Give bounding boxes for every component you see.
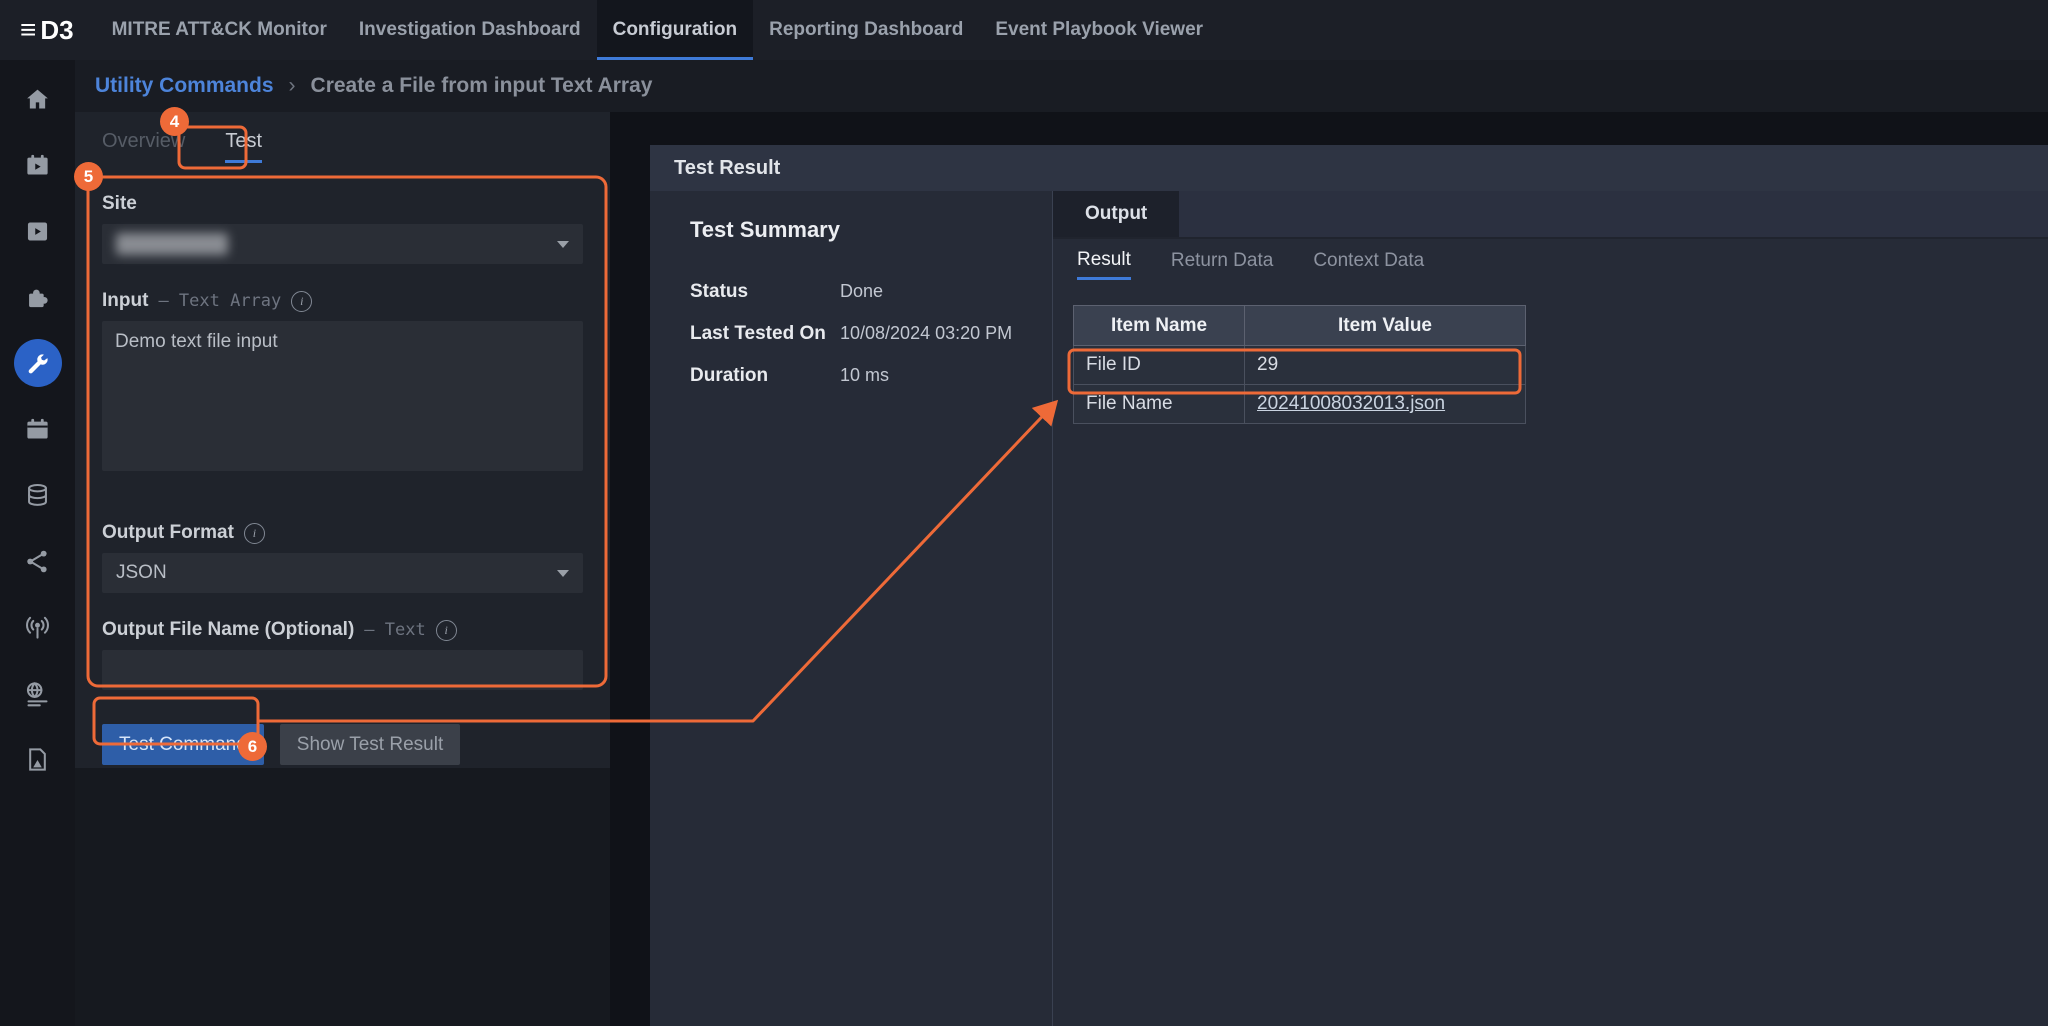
- site-label: Site: [102, 193, 137, 215]
- summary-status-label: Status: [690, 281, 840, 303]
- form-tabs: Overview Test: [102, 130, 583, 163]
- content-area: Utility Commands › Create a File from in…: [75, 60, 2048, 1026]
- sidebar-item-integrations[interactable]: [14, 273, 62, 321]
- sidebar-item-calendar[interactable]: [14, 405, 62, 453]
- main-region: Overview Test Site: [75, 112, 2048, 1026]
- d3-logo[interactable]: ≡ D3: [0, 0, 96, 60]
- app-screen: ≡ D3 MITRE ATT&CK Monitor Investigation …: [0, 0, 2048, 1026]
- input-textarea[interactable]: Demo text file input: [102, 321, 583, 471]
- output-subtabs: Result Return Data Context Data: [1053, 239, 2048, 289]
- summary-status-value: Done: [840, 281, 1052, 303]
- output-file-name-type-hint: – Text: [364, 620, 425, 640]
- sidebar-item-playbook-monitor[interactable]: [14, 141, 62, 189]
- database-icon: [24, 482, 51, 509]
- sidebar-item-utility-commands[interactable]: [14, 339, 62, 387]
- broadcast-icon: [24, 614, 51, 641]
- info-icon[interactable]: i: [244, 523, 265, 544]
- sidebar-item-broadcast[interactable]: [14, 603, 62, 651]
- output-format-selected-value: JSON: [116, 562, 167, 584]
- page-title: Create a File from input Text Array: [311, 74, 653, 98]
- home-icon: [24, 86, 51, 113]
- output-format-label: Output Format: [102, 522, 234, 544]
- table-row-file-id: File ID 29: [1074, 346, 1526, 385]
- command-form-panel: Overview Test Site: [75, 112, 610, 1026]
- top-navigation: ≡ D3 MITRE ATT&CK Monitor Investigation …: [0, 0, 2048, 60]
- tools-wrench-icon: [24, 350, 51, 377]
- result-table-header-item-name: Item Name: [1074, 306, 1245, 346]
- breadcrumb: Utility Commands › Create a File from in…: [75, 60, 2048, 112]
- subtab-return-data[interactable]: Return Data: [1171, 250, 1273, 278]
- sidebar-item-database[interactable]: [14, 471, 62, 519]
- result-table-header-item-value: Item Value: [1245, 306, 1526, 346]
- test-result-title: Test Result: [674, 157, 780, 180]
- sidebar-item-home[interactable]: [14, 75, 62, 123]
- file-id-value-cell: 29: [1245, 346, 1526, 385]
- nav-item-mitre-attck-monitor[interactable]: MITRE ATT&CK Monitor: [96, 0, 343, 60]
- info-icon[interactable]: i: [436, 620, 457, 641]
- breadcrumb-utility-commands-link[interactable]: Utility Commands: [95, 74, 274, 98]
- sidebar-item-share-nodes[interactable]: [14, 537, 62, 585]
- test-summary-title: Test Summary: [690, 217, 1052, 243]
- media-file-icon: [24, 218, 51, 245]
- sidebar-item-globe-sites[interactable]: [14, 669, 62, 717]
- file-name-link[interactable]: 20241008032013.json: [1257, 393, 1445, 414]
- calendar-icon: [24, 416, 51, 443]
- result-table: Item Name Item Value File ID 29: [1073, 305, 1526, 424]
- output-format-dropdown[interactable]: JSON: [102, 553, 583, 593]
- puzzle-icon: [24, 284, 51, 311]
- summary-duration-label: Duration: [690, 365, 840, 387]
- file-name-name-cell: File Name: [1074, 385, 1245, 424]
- tab-output[interactable]: Output: [1053, 191, 1179, 237]
- output-file-name-input[interactable]: [102, 650, 583, 690]
- summary-last-tested-value: 10/08/2024 03:20 PM: [840, 323, 1052, 345]
- site-field: Site: [102, 193, 583, 264]
- nav-item-investigation-dashboard[interactable]: Investigation Dashboard: [343, 0, 597, 60]
- output-file-name-label: Output File Name (Optional): [102, 619, 354, 641]
- summary-last-tested-label: Last Tested On: [690, 323, 840, 345]
- output-file-name-field: Output File Name (Optional) – Text i: [102, 619, 583, 690]
- nav-item-configuration[interactable]: Configuration: [597, 0, 754, 60]
- show-test-result-button[interactable]: Show Test Result: [280, 724, 460, 765]
- table-row-file-name: File Name 20241008032013.json: [1074, 385, 1526, 424]
- tab-overview[interactable]: Overview: [102, 130, 185, 163]
- subtab-context-data[interactable]: Context Data: [1313, 250, 1424, 278]
- test-command-button[interactable]: Test Command: [102, 724, 264, 765]
- input-type-hint: – Text Array: [158, 291, 281, 311]
- chevron-down-icon: [557, 241, 569, 248]
- nav-item-event-playbook-viewer[interactable]: Event Playbook Viewer: [979, 0, 1219, 60]
- chevron-down-icon: [557, 570, 569, 577]
- breadcrumb-separator: ›: [289, 74, 296, 98]
- icon-sidebar: [0, 60, 75, 1026]
- file-id-name-cell: File ID: [1074, 346, 1245, 385]
- sidebar-item-document-alert[interactable]: [14, 735, 62, 783]
- input-label: Input: [102, 290, 148, 312]
- output-tabrow: Output: [1053, 191, 2048, 239]
- input-field: Input – Text Array i Demo text file inpu…: [102, 290, 583, 476]
- site-selected-value-redacted: [116, 233, 228, 255]
- sidebar-item-media-file[interactable]: [14, 207, 62, 255]
- output-section: Output Result Return Data Context Data I…: [1052, 191, 2048, 1026]
- site-dropdown[interactable]: [102, 224, 583, 264]
- summary-duration-value: 10 ms: [840, 365, 1052, 387]
- d3-logo-mark-icon: ≡: [20, 16, 36, 44]
- playbook-monitor-icon: [24, 152, 51, 179]
- test-result-header: Test Result: [650, 145, 2048, 191]
- document-alert-icon: [24, 746, 51, 773]
- info-icon[interactable]: i: [291, 291, 312, 312]
- globe-lines-icon: [24, 680, 51, 707]
- output-format-field: Output Format i JSON: [102, 522, 583, 593]
- tab-test[interactable]: Test: [225, 130, 262, 163]
- d3-logo-text: D3: [40, 15, 73, 46]
- subtab-result[interactable]: Result: [1077, 249, 1131, 280]
- test-result-panel: Test Result Test Summary Status Done Las…: [650, 145, 2048, 1026]
- share-nodes-icon: [24, 548, 51, 575]
- test-summary-section: Test Summary Status Done Last Tested On …: [650, 191, 1052, 1026]
- panel-footer: [75, 768, 610, 1026]
- nav-item-reporting-dashboard[interactable]: Reporting Dashboard: [753, 0, 979, 60]
